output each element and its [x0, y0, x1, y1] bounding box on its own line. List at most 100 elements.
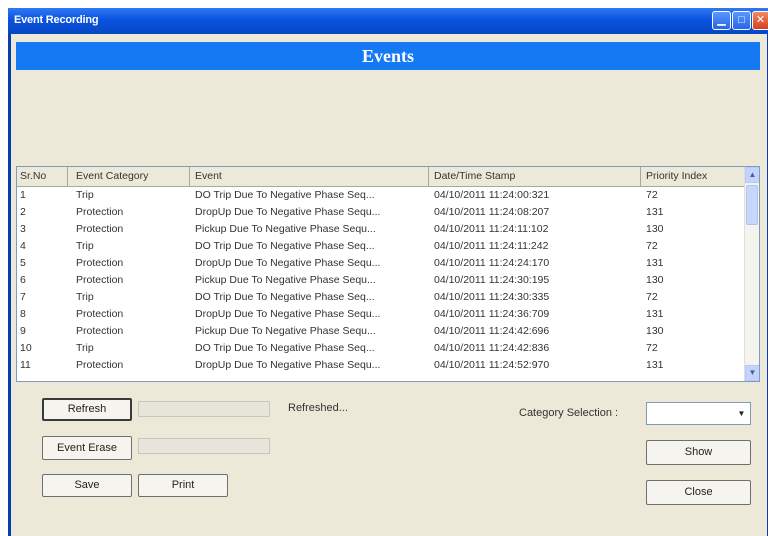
- table-row[interactable]: 10 Trip DO Trip Due To Negative Phase Seq.…: [17, 340, 744, 357]
- cell-priority: 131: [646, 308, 664, 320]
- close-icon: ✕: [755, 14, 766, 26]
- cell-event: Pickup Due To Negative Phase Sequ...: [195, 223, 376, 235]
- cell-event: DropUp Due To Negative Phase Sequ...: [195, 308, 381, 320]
- vertical-scrollbar[interactable]: ▲ ▼: [744, 167, 759, 381]
- table-row[interactable]: 2 Protection DropUp Due To Negative Phase …: [17, 204, 744, 221]
- category-selection-dropdown[interactable]: ▼: [646, 402, 751, 425]
- table-row[interactable]: 9 Protection Pickup Due To Negative Phase …: [17, 323, 744, 340]
- cell-priority: 131: [646, 206, 664, 218]
- cell-timestamp: 04/10/2011 11:24:08:207: [434, 206, 550, 218]
- cell-event: DropUp Due To Negative Phase Sequ...: [195, 206, 381, 218]
- column-header-date-time-stamp[interactable]: Date/Time Stamp: [429, 167, 641, 186]
- erase-progress-bar: [138, 438, 270, 454]
- scroll-down-button[interactable]: ▼: [745, 365, 759, 381]
- refresh-progress-bar: [138, 401, 270, 417]
- cell-priority: 131: [646, 359, 664, 371]
- column-header-priority-index[interactable]: Priority Index: [641, 167, 744, 186]
- cell-timestamp: 04/10/2011 11:24:52:970: [434, 359, 550, 371]
- cell-sr-no: 11: [20, 359, 31, 371]
- cell-sr-no: 9: [20, 325, 26, 337]
- cell-category: Protection: [76, 257, 124, 269]
- events-banner: Events: [16, 42, 760, 70]
- cell-event: Pickup Due To Negative Phase Sequ...: [195, 274, 376, 286]
- column-header-event-category[interactable]: Event Category: [68, 167, 190, 186]
- arrow-up-icon: ▲: [748, 170, 757, 179]
- maximize-button[interactable]: □: [732, 11, 751, 30]
- cell-priority: 72: [646, 189, 658, 201]
- cell-category: Trip: [76, 291, 94, 303]
- cell-category: Trip: [76, 189, 94, 201]
- cell-sr-no: 8: [20, 308, 26, 320]
- arrow-down-icon: ▼: [748, 368, 757, 377]
- table-body: 1 Trip DO Trip Due To Negative Phase Seq..…: [17, 187, 744, 374]
- close-window-button[interactable]: ✕: [752, 11, 768, 30]
- column-header-sr-no[interactable]: Sr.No: [17, 167, 68, 186]
- cell-event: DropUp Due To Negative Phase Sequ...: [195, 359, 381, 371]
- cell-sr-no: 10: [20, 342, 32, 354]
- cell-priority: 72: [646, 240, 658, 252]
- cell-timestamp: 04/10/2011 11:24:30:335: [434, 291, 550, 303]
- cell-category: Protection: [76, 223, 124, 235]
- cell-event: DO Trip Due To Negative Phase Seq...: [195, 342, 375, 354]
- cell-priority: 131: [646, 257, 664, 269]
- table-row[interactable]: 3 Protection Pickup Due To Negative Phase …: [17, 221, 744, 238]
- cell-category: Protection: [76, 206, 124, 218]
- cell-sr-no: 3: [20, 223, 26, 235]
- maximize-icon: □: [738, 14, 745, 26]
- cell-sr-no: 4: [20, 240, 26, 252]
- cell-timestamp: 04/10/2011 11:24:00:321: [434, 189, 550, 201]
- close-button[interactable]: Close: [646, 480, 751, 505]
- cell-category: Protection: [76, 359, 124, 371]
- minimize-button[interactable]: ▁: [712, 11, 731, 30]
- events-table[interactable]: Sr.No Event Category Event Date/Time Sta…: [16, 166, 760, 382]
- cell-timestamp: 04/10/2011 11:24:11:102: [434, 223, 549, 235]
- table-row[interactable]: 4 Trip DO Trip Due To Negative Phase Seq..…: [17, 238, 744, 255]
- chevron-down-icon[interactable]: ▼: [734, 404, 749, 423]
- table-row[interactable]: 8 Protection DropUp Due To Negative Phase …: [17, 306, 744, 323]
- show-button[interactable]: Show: [646, 440, 751, 465]
- cell-timestamp: 04/10/2011 11:24:24:170: [434, 257, 550, 269]
- cell-category: Protection: [76, 308, 124, 320]
- table-row[interactable]: 1 Trip DO Trip Due To Negative Phase Seq..…: [17, 187, 744, 204]
- cell-sr-no: 7: [20, 291, 26, 303]
- table-header: Sr.No Event Category Event Date/Time Sta…: [17, 167, 744, 187]
- refresh-status-text: Refreshed...: [288, 402, 348, 414]
- table-row[interactable]: 11 Protection DropUp Due To Negative Phase…: [17, 357, 744, 374]
- cell-event: DropUp Due To Negative Phase Sequ...: [195, 257, 381, 269]
- save-button[interactable]: Save: [42, 474, 132, 497]
- cell-event: DO Trip Due To Negative Phase Seq...: [195, 189, 375, 201]
- category-selection-label: Category Selection :: [519, 407, 619, 419]
- cell-priority: 130: [646, 325, 664, 337]
- cell-timestamp: 04/10/2011 11:24:42:696: [434, 325, 550, 337]
- cell-timestamp: 04/10/2011 11:24:30:195: [434, 274, 550, 286]
- cell-event: DO Trip Due To Negative Phase Seq...: [195, 291, 375, 303]
- print-button[interactable]: Print: [138, 474, 228, 497]
- cell-sr-no: 5: [20, 257, 26, 269]
- cell-event: Pickup Due To Negative Phase Sequ...: [195, 325, 376, 337]
- window-title: Event Recording: [14, 14, 99, 26]
- cell-sr-no: 1: [20, 189, 26, 201]
- banner-title: Events: [361, 46, 414, 66]
- cell-priority: 130: [646, 274, 664, 286]
- table-row[interactable]: 7 Trip DO Trip Due To Negative Phase Seq..…: [17, 289, 744, 306]
- cell-event: DO Trip Due To Negative Phase Seq...: [195, 240, 375, 252]
- cell-priority: 130: [646, 223, 664, 235]
- scroll-up-button[interactable]: ▲: [745, 167, 759, 183]
- cell-category: Trip: [76, 240, 94, 252]
- event-erase-button[interactable]: Event Erase: [42, 436, 132, 460]
- refresh-button[interactable]: Refresh: [42, 398, 132, 421]
- table-row[interactable]: 6 Protection Pickup Due To Negative Phase …: [17, 272, 744, 289]
- cell-category: Protection: [76, 325, 124, 337]
- table-row[interactable]: 5 Protection DropUp Due To Negative Phase …: [17, 255, 744, 272]
- title-bar[interactable]: Event Recording ▁ □ ✕: [8, 8, 768, 34]
- cell-timestamp: 04/10/2011 11:24:11:242: [434, 240, 549, 252]
- cell-category: Protection: [76, 274, 124, 286]
- cell-timestamp: 04/10/2011 11:24:42:836: [434, 342, 550, 354]
- cell-sr-no: 2: [20, 206, 26, 218]
- column-header-event[interactable]: Event: [190, 167, 429, 186]
- cell-priority: 72: [646, 342, 658, 354]
- minimize-icon: ▁: [717, 14, 726, 26]
- scroll-thumb[interactable]: [746, 185, 758, 225]
- cell-priority: 72: [646, 291, 658, 303]
- cell-sr-no: 6: [20, 274, 26, 286]
